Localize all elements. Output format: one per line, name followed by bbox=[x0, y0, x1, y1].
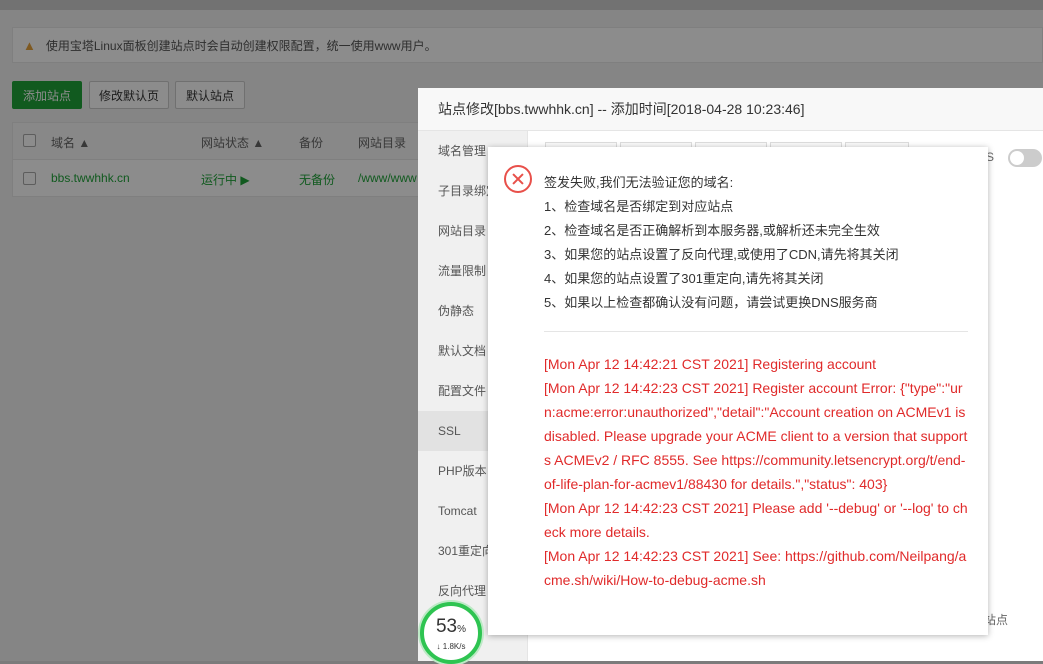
error-hint: 3、如果您的站点设置了反向代理,或使用了CDN,请先将其关闭 bbox=[544, 247, 899, 262]
speed-rate: ↓ 1.8K/s bbox=[436, 642, 466, 651]
log-line: [Mon Apr 12 14:42:23 CST 2021] See: http… bbox=[544, 548, 967, 588]
error-hint: 2、检查域名是否正确解析到本服务器,或解析还未完全生效 bbox=[544, 223, 880, 238]
log-line: [Mon Apr 12 14:42:21 CST 2021] Registeri… bbox=[544, 356, 877, 372]
error-hint: 5、如果以上检查都确认没有问题，请尝试更换DNS服务商 bbox=[544, 295, 878, 310]
error-log: [Mon Apr 12 14:42:21 CST 2021] Registeri… bbox=[544, 352, 972, 592]
error-hint: 1、检查域名是否绑定到对应站点 bbox=[544, 199, 734, 214]
speed-widget[interactable]: 53% ↓ 1.8K/s bbox=[420, 602, 482, 664]
dialog-title: 站点修改[bbs.twwhhk.cn] -- 添加时间[2018-04-28 1… bbox=[418, 88, 1043, 131]
log-line: [Mon Apr 12 14:42:23 CST 2021] Please ad… bbox=[544, 500, 968, 540]
error-popup: 签发失败,我们无法验证您的域名: 1、检查域名是否绑定到对应站点 2、检查域名是… bbox=[488, 147, 988, 635]
error-icon bbox=[504, 165, 532, 193]
log-line: [Mon Apr 12 14:42:23 CST 2021] Register … bbox=[544, 380, 968, 492]
speed-percent: 53% bbox=[435, 616, 467, 637]
divider bbox=[544, 331, 968, 332]
error-title: 签发失败,我们无法验证您的域名: bbox=[544, 175, 734, 190]
error-hint: 4、如果您的站点设置了301重定向,请先将其关闭 bbox=[544, 271, 824, 286]
error-message: 签发失败,我们无法验证您的域名: 1、检查域名是否绑定到对应站点 2、检查域名是… bbox=[544, 171, 974, 315]
https-toggle[interactable] bbox=[1008, 149, 1042, 167]
